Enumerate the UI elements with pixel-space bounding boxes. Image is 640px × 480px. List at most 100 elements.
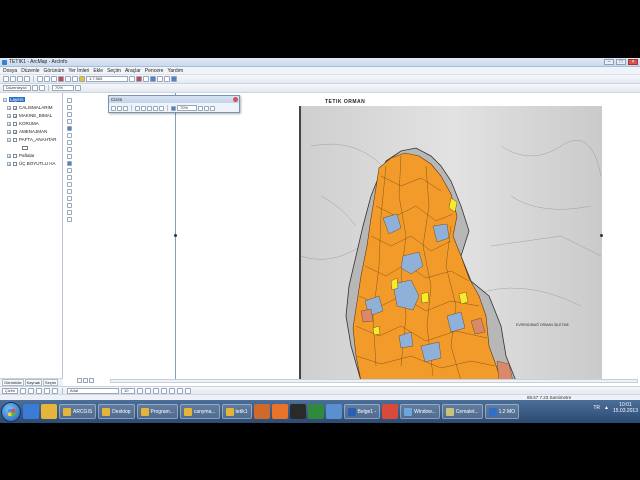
layout-zoom-icon[interactable] — [75, 85, 81, 91]
chrome-icon[interactable] — [382, 404, 399, 419]
previous-extent-icon[interactable] — [153, 105, 158, 111]
next-extent-icon[interactable] — [159, 105, 164, 111]
close-icon[interactable] — [233, 97, 238, 102]
paste-icon[interactable] — [51, 76, 57, 82]
font-combo[interactable]: Arial — [67, 387, 119, 394]
clock[interactable]: 10:01 15.03.2013 — [613, 402, 638, 414]
tab-display[interactable]: Görüntüle — [2, 379, 24, 386]
italic-icon[interactable] — [145, 387, 151, 394]
menu-tools[interactable]: Araçlar — [125, 68, 141, 74]
globe-icon[interactable] — [66, 126, 72, 131]
toggle-draft-icon[interactable] — [198, 105, 203, 111]
zoom-in-icon[interactable] — [66, 98, 72, 103]
layer-checkbox[interactable]: ✓ — [13, 105, 17, 110]
layer-checkbox[interactable]: ✓ — [13, 129, 17, 134]
line-color-icon[interactable] — [177, 387, 183, 394]
toc-layer[interactable]: + ✓ CALISMALARIM — [7, 104, 53, 111]
time-slider-icon[interactable] — [66, 210, 72, 215]
task-desktop[interactable]: Desktop — [98, 404, 135, 419]
delete-icon[interactable] — [58, 76, 64, 82]
font-size-combo[interactable]: 10 — [121, 387, 135, 394]
line-icon[interactable] — [52, 387, 58, 394]
arctoolbox-icon[interactable] — [136, 76, 142, 82]
menu-insert[interactable]: Ekle — [93, 68, 103, 74]
font-color-icon[interactable] — [161, 387, 167, 394]
redo-icon[interactable] — [72, 76, 78, 82]
fixed-zoom-in-icon[interactable] — [141, 105, 146, 111]
zoom-combo[interactable]: 70% — [52, 85, 74, 91]
xy-icon[interactable] — [66, 203, 72, 208]
select-elements-icon[interactable] — [20, 387, 26, 394]
editor-icon[interactable] — [129, 76, 135, 82]
layer-checkbox[interactable] — [13, 121, 17, 126]
marker-color-icon[interactable] — [185, 387, 191, 394]
toc-layer[interactable]: + Paftalar — [7, 152, 35, 159]
menu-edit[interactable]: Düzenle — [21, 68, 39, 74]
help-icon[interactable] — [171, 76, 177, 82]
zoom-out-page-icon[interactable] — [117, 105, 122, 111]
bold-icon[interactable] — [137, 387, 143, 394]
collapse-icon[interactable]: − — [7, 137, 11, 142]
full-extent-icon[interactable] — [66, 119, 72, 124]
catalog-icon[interactable] — [143, 76, 149, 82]
focus-frame-icon[interactable] — [204, 105, 209, 111]
edit-tool-icon[interactable] — [32, 85, 38, 91]
text-icon[interactable] — [44, 387, 50, 394]
tab-selection[interactable]: Seçim — [42, 379, 59, 386]
expand-icon[interactable]: + — [7, 121, 11, 126]
task-arcgis[interactable]: ARCGIS — [59, 404, 97, 419]
collapse-icon[interactable]: − — [3, 97, 7, 102]
undo-icon[interactable] — [65, 76, 71, 82]
data-frame[interactable]: EVRENDIBAĞ ORMAN İŞLETME — [299, 106, 602, 381]
pan-page-icon[interactable] — [123, 105, 128, 111]
route-icon[interactable] — [66, 196, 72, 201]
maximize-button[interactable]: □ — [616, 59, 626, 65]
frame-handle[interactable] — [600, 234, 603, 237]
network-icon[interactable] — [325, 404, 342, 419]
whole-page-icon[interactable] — [135, 105, 140, 111]
rotate-icon[interactable] — [28, 387, 34, 394]
viewer-icon[interactable] — [66, 217, 72, 222]
editor-menu[interactable]: Düzenleyici — [3, 85, 31, 91]
tab-source[interactable]: Kaynak — [24, 379, 42, 386]
cut-icon[interactable] — [37, 76, 43, 82]
refresh-button[interactable] — [89, 378, 94, 383]
change-layout-icon[interactable] — [210, 105, 215, 111]
select-features-icon[interactable] — [66, 147, 72, 152]
task-canyma[interactable]: canyma... — [179, 404, 220, 419]
layer-checkbox[interactable] — [13, 153, 17, 158]
forward-icon[interactable] — [66, 140, 72, 145]
expand-icon[interactable]: + — [7, 161, 11, 166]
toc-layer[interactable]: + ✓ AMENAJMAN — [7, 128, 47, 135]
task-tetik1[interactable]: tetik1 — [221, 404, 252, 419]
print-icon[interactable] — [24, 76, 30, 82]
layer-checkbox[interactable] — [13, 137, 17, 142]
layout-view[interactable]: EVRENDIBAĞ ORMAN İŞLETME TETIK ORMAN — [75, 93, 640, 381]
menu-help[interactable]: Yardım — [167, 68, 183, 74]
layers-label[interactable]: Layers — [9, 97, 25, 102]
back-icon[interactable] — [66, 133, 72, 138]
cmd-icon[interactable] — [289, 404, 306, 419]
layer-checkbox[interactable]: ✓ — [13, 113, 17, 118]
firefox-icon[interactable] — [271, 404, 288, 419]
task-word[interactable]: Belge1 - — [343, 404, 381, 419]
zoom-100-icon[interactable] — [171, 105, 176, 111]
layout-guide[interactable] — [175, 93, 176, 381]
python-icon[interactable] — [157, 76, 163, 82]
floating-toolbar-title[interactable]: Cizim — [109, 96, 239, 103]
expand-icon[interactable]: + — [7, 153, 11, 158]
layout-view-button[interactable] — [83, 378, 88, 383]
task-mo[interactable]: 1.2 MO — [484, 404, 520, 419]
menu-bookmarks[interactable]: Yer İmleri — [68, 68, 89, 74]
page-zoom-combo[interactable]: 70% — [177, 105, 197, 111]
new-icon[interactable] — [3, 76, 9, 82]
add-data-icon[interactable] — [79, 76, 85, 82]
language-indicator[interactable]: TR — [593, 405, 600, 411]
zoom-in-page-icon[interactable] — [111, 105, 116, 111]
modelbuilder-icon[interactable] — [164, 76, 170, 82]
tray-arrow-icon[interactable]: ▲ — [604, 405, 609, 411]
toc-layer[interactable]: + ÜÇ BOYUTLU HA — [7, 160, 56, 167]
guide-handle[interactable] — [174, 234, 177, 237]
save-icon[interactable] — [17, 76, 23, 82]
task-window[interactable]: Window... — [400, 404, 440, 419]
